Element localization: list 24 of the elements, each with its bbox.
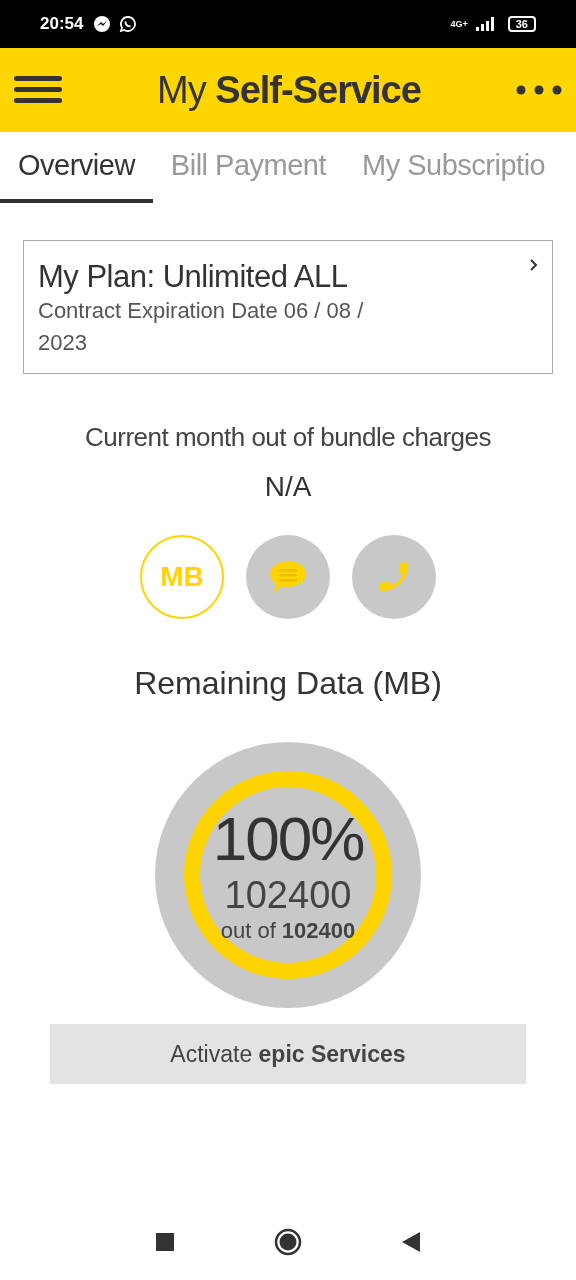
total-amount: out of 102400 [220, 918, 356, 944]
app-title: My Self-Service [157, 68, 421, 112]
chevron-icon [530, 259, 538, 271]
menu-icon[interactable] [14, 76, 62, 104]
signal-icon [475, 17, 494, 31]
back-icon[interactable] [402, 1232, 420, 1252]
messenger-icon [93, 15, 112, 33]
network-label: 4G+ [450, 19, 468, 29]
plan-card[interactable]: My Plan: Unlimited ALL Contract Expiration Date 06 / 08 / 2023 [23, 240, 553, 374]
contract-expiration: Contract Expiration Date 06 / 08 / 2023 [38, 297, 365, 357]
charges-value: N/A [264, 471, 312, 503]
home-icon[interactable] [274, 1228, 302, 1256]
battery-indicator: 36 [507, 16, 536, 32]
activate-button[interactable]: Activate epic Services [50, 1024, 526, 1084]
whatsapp-icon [119, 15, 138, 33]
status-time: 20:54 [40, 14, 84, 34]
remaining-title: Remaining Data (MB) [134, 665, 442, 702]
percent-value: 100% [212, 806, 364, 872]
chat-bubble-icon [268, 559, 308, 595]
more-icon[interactable] [516, 85, 562, 95]
remaining-amount: 102400 [224, 873, 352, 918]
charges-label: Current month out of bundle charges [85, 422, 491, 453]
tab[interactable]: Overview [0, 132, 153, 203]
plan-title: My Plan: Unlimited ALL [38, 259, 349, 295]
